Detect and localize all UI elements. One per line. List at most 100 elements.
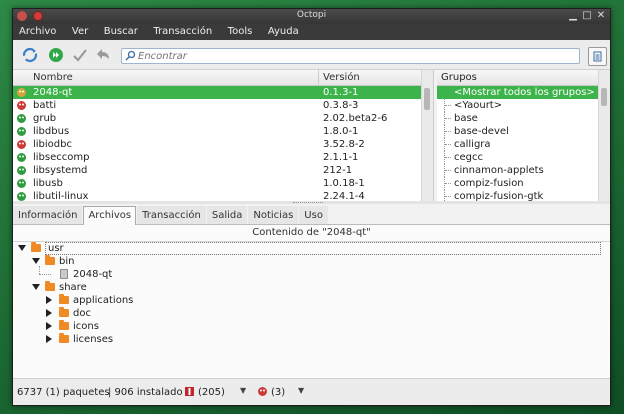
upgrade-icon[interactable] [185,387,194,396]
window-title: Octopi [296,10,327,20]
groups-header: Grupos [437,70,610,86]
status-bar: 6737 (1) paquetes | 906 instalado (205) … [13,378,610,405]
table-row[interactable]: libiodbc 3.52.8-2 [13,138,421,151]
news-count[interactable]: (3) [271,387,285,398]
group-item[interactable]: <Yaourt> [437,99,598,112]
folder-node[interactable]: licenses [13,333,610,346]
table-row[interactable]: libutil-linux 2.24.1-4 [13,190,421,201]
group-item[interactable]: calligra [437,138,598,151]
scrollbar-thumb[interactable] [601,88,607,106]
maximize-icon[interactable]: □ [582,11,592,21]
check-button[interactable] [71,46,89,64]
package-list-scrollbar[interactable] [421,70,433,201]
search-options-button[interactable] [588,47,607,66]
file-node[interactable]: 2048-qt [13,266,610,281]
sync-button[interactable] [21,46,39,64]
files-tab-panel: Contenido de "2048-qt" usr bin 2048-qt shar… [13,225,610,379]
menu-bar: Archivo Ver Buscar Transacción Tools Ayu… [13,24,610,40]
sync-icon [22,47,38,63]
expand-icon[interactable] [46,296,52,304]
folder-icon [45,281,55,291]
file-tree: usr bin 2048-qt share applications doc icons li… [13,242,610,379]
table-row[interactable]: grub 2.02.beta2-6 [13,112,421,125]
group-item[interactable]: base [437,112,598,125]
group-item[interactable]: compiz-fusion [437,177,598,190]
rollback-button[interactable] [95,46,113,64]
toolbar [13,40,610,70]
folder-node[interactable]: doc [13,307,610,320]
pane-splitter[interactable] [13,201,610,204]
expand-icon[interactable] [46,322,52,330]
node-label: icons [73,321,99,332]
column-name[interactable]: Nombre [33,72,73,83]
tab-noticias[interactable]: Noticias [248,206,299,224]
group-item[interactable]: compiz-fusion-gtk [437,190,598,201]
installed-icon [17,192,26,201]
expand-icon[interactable] [46,309,52,317]
commit-icon [49,48,63,62]
package-version: 212-1 [323,165,353,176]
folder-node[interactable]: bin [13,255,610,268]
table-row[interactable]: 2048-qt 0.1.3-1 [13,86,421,99]
file-icon [60,269,68,279]
table-row[interactable]: batti 0.3.8-3 [13,99,421,112]
table-row[interactable]: libseccomp 2.1.1-1 [13,151,421,164]
check-icon [73,49,87,62]
collapse-icon[interactable] [32,258,40,264]
commit-button[interactable] [47,46,65,64]
package-version: 0.1.3-1 [323,87,359,98]
package-version: 2.24.1-4 [323,191,365,201]
column-version[interactable]: Versión [323,72,360,83]
menu-ver[interactable]: Ver [66,24,94,40]
tab-uso[interactable]: Uso [299,206,328,224]
folder-icon [59,320,69,330]
package-version: 0.3.8-3 [323,100,359,111]
upgrade-dropdown-icon[interactable]: ▼ [240,386,246,395]
tab-salida[interactable]: Salida [206,206,248,224]
menu-transaccion[interactable]: Transacción [147,24,218,40]
folder-node[interactable]: icons [13,320,610,333]
tab-transaccion[interactable]: Transacción [137,206,206,224]
non-installed-icon [17,101,26,110]
table-row[interactable]: libsystemd 212-1 [13,164,421,177]
title-bar[interactable]: Octopi ▁ □ ✕ [13,9,610,24]
search-box[interactable] [121,48,580,64]
files-caption: Contenido de "2048-qt" [13,225,610,242]
node-label: 2048-qt [73,269,113,280]
installed-icon [17,127,26,136]
group-label: cinnamon-applets [454,165,544,176]
menu-tools[interactable]: Tools [222,24,259,40]
folder-icon [31,242,41,252]
non-installed-icon [17,140,26,149]
tab-informacion[interactable]: Información [13,206,83,224]
minimize-icon[interactable]: ▁ [568,11,578,21]
collapse-icon[interactable] [18,245,26,251]
menu-buscar[interactable]: Buscar [98,24,144,40]
search-input[interactable] [138,49,568,63]
close-icon[interactable]: ✕ [596,11,606,21]
group-item[interactable]: cinnamon-applets [437,164,598,177]
tab-archivos[interactable]: Archivos [83,206,137,225]
folder-node[interactable]: share [13,281,610,294]
upgrade-count[interactable]: (205) [198,387,225,398]
collapse-icon[interactable] [32,284,40,290]
node-label: licenses [73,334,114,345]
expand-icon[interactable] [46,335,52,343]
group-item[interactable]: cegcc [437,151,598,164]
group-item[interactable]: base-devel [437,125,598,138]
news-icon[interactable] [258,387,267,396]
group-item[interactable]: <Mostrar todos los grupos> [437,86,598,99]
news-dropdown-icon[interactable]: ▼ [298,386,304,395]
table-row[interactable]: libdbus 1.8.0-1 [13,125,421,138]
menu-ayuda[interactable]: Ayuda [262,24,305,40]
groups-scrollbar[interactable] [598,70,610,201]
table-row[interactable]: libusb 1.0.18-1 [13,177,421,190]
installed-icon [17,153,26,162]
folder-node[interactable]: applications [13,294,610,307]
folder-node[interactable]: usr [13,242,610,255]
menu-archivo[interactable]: Archivo [13,24,62,40]
scrollbar-thumb[interactable] [424,88,430,110]
folder-icon [45,255,55,265]
package-name: grub [33,113,57,124]
package-list: Nombre Versión 2048-qt 0.1.3-1 batti 0.3.8-… [13,70,434,201]
